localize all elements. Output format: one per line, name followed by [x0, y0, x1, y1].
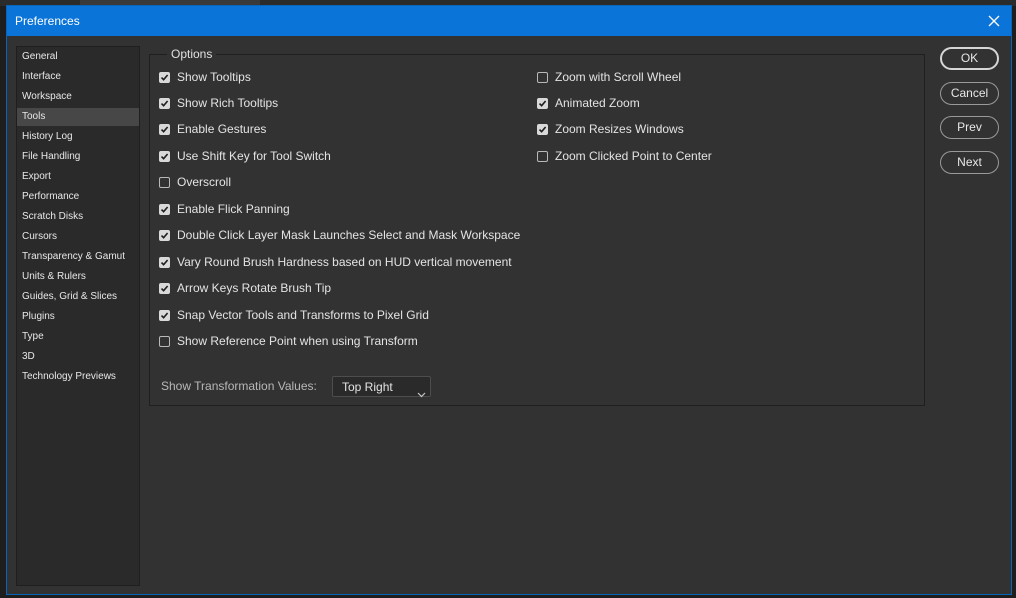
option-snap-vector-tools-and-transforms-to-pixel-grid[interactable]: Snap Vector Tools and Transforms to Pixe…	[159, 307, 429, 323]
sidebar-item-scratch-disks[interactable]: Scratch Disks	[17, 208, 139, 226]
option-animated-zoom[interactable]: Animated Zoom	[537, 95, 640, 111]
sidebar-item-export[interactable]: Export	[17, 168, 139, 186]
checkbox-checked[interactable]	[159, 97, 170, 109]
option-overscroll[interactable]: Overscroll	[159, 174, 231, 190]
option-double-click-layer-mask-launches-select-and-mask-workspace[interactable]: Double Click Layer Mask Launches Select …	[159, 227, 520, 243]
option-label: Enable Flick Panning	[177, 202, 290, 216]
sidebar-item-technology-previews[interactable]: Technology Previews	[17, 368, 139, 386]
option-label: Overscroll	[177, 175, 232, 189]
sidebar-item-tools[interactable]: Tools	[17, 108, 139, 126]
checkbox-unchecked[interactable]	[537, 71, 548, 83]
ok-button[interactable]: OK	[940, 47, 999, 70]
sidebar-item-interface[interactable]: Interface	[17, 68, 139, 86]
checkbox-checked[interactable]	[159, 282, 170, 294]
option-label: Zoom Clicked Point to Center	[555, 149, 712, 163]
sidebar-item-general[interactable]: General	[17, 48, 139, 66]
sidebar-item-file-handling[interactable]: File Handling	[17, 148, 139, 166]
option-vary-round-brush-hardness-based-on-hud-vertical-movement[interactable]: Vary Round Brush Hardness based on HUD v…	[159, 254, 512, 270]
option-show-rich-tooltips[interactable]: Show Rich Tooltips	[159, 95, 278, 111]
sidebar-item-performance[interactable]: Performance	[17, 188, 139, 206]
option-enable-flick-panning[interactable]: Enable Flick Panning	[159, 201, 290, 217]
checkbox-checked[interactable]	[159, 309, 170, 321]
sidebar-item-transparency-gamut[interactable]: Transparency & Gamut	[17, 248, 139, 266]
option-use-shift-key-for-tool-switch[interactable]: Use Shift Key for Tool Switch	[159, 148, 331, 164]
option-label: Snap Vector Tools and Transforms to Pixe…	[177, 308, 429, 322]
window-title: Preferences	[15, 14, 80, 28]
cancel-button[interactable]: Cancel	[940, 82, 999, 105]
checkbox-checked[interactable]	[159, 229, 170, 241]
checkbox-checked[interactable]	[159, 256, 170, 268]
sidebar-item-guides-grid-slices[interactable]: Guides, Grid & Slices	[17, 288, 139, 306]
option-label: Show Rich Tooltips	[177, 96, 279, 110]
option-show-reference-point-when-using-transform[interactable]: Show Reference Point when using Transfor…	[159, 333, 418, 349]
option-zoom-with-scroll-wheel[interactable]: Zoom with Scroll Wheel	[537, 69, 681, 85]
sidebar-item-plugins[interactable]: Plugins	[17, 308, 139, 326]
option-enable-gestures[interactable]: Enable Gestures	[159, 121, 266, 137]
checkbox-checked[interactable]	[159, 150, 170, 162]
transformation-values-label: Show Transformation Values:	[161, 379, 317, 393]
prev-button[interactable]: Prev	[940, 116, 999, 139]
option-label: Double Click Layer Mask Launches Select …	[177, 228, 521, 242]
option-label: Arrow Keys Rotate Brush Tip	[177, 281, 332, 295]
option-label: Use Shift Key for Tool Switch	[177, 149, 331, 163]
chevron-down-icon	[417, 383, 426, 402]
sidebar-item-cursors[interactable]: Cursors	[17, 228, 139, 246]
checkbox-unchecked[interactable]	[537, 150, 548, 162]
next-button[interactable]: Next	[940, 151, 999, 174]
option-zoom-resizes-windows[interactable]: Zoom Resizes Windows	[537, 121, 684, 137]
checkbox-unchecked[interactable]	[159, 176, 170, 188]
sidebar-item-workspace[interactable]: Workspace	[17, 88, 139, 106]
sidebar-item-history-log[interactable]: History Log	[17, 128, 139, 146]
option-zoom-clicked-point-to-center[interactable]: Zoom Clicked Point to Center	[537, 148, 712, 164]
option-arrow-keys-rotate-brush-tip[interactable]: Arrow Keys Rotate Brush Tip	[159, 280, 331, 296]
options-legend: Options	[167, 47, 217, 61]
option-label: Enable Gestures	[177, 122, 267, 136]
preferences-dialog: Preferences General Interface Workspace Too…	[6, 5, 1012, 595]
option-label: Show Tooltips	[177, 70, 251, 84]
checkbox-checked[interactable]	[537, 97, 548, 109]
option-show-tooltips[interactable]: Show Tooltips	[159, 69, 251, 85]
checkbox-checked[interactable]	[159, 203, 170, 215]
option-label: Show Reference Point when using Transfor…	[177, 334, 418, 348]
checkbox-checked[interactable]	[159, 123, 170, 135]
title-bar: Preferences	[7, 6, 1011, 36]
transformation-values-select[interactable]: Top Right	[332, 376, 431, 398]
sidebar-item-3d[interactable]: 3D	[17, 348, 139, 366]
option-label: Vary Round Brush Hardness based on HUD v…	[177, 255, 512, 269]
checkbox-checked[interactable]	[159, 71, 170, 83]
transformation-values-selected: Top Right	[342, 380, 393, 394]
option-label: Zoom with Scroll Wheel	[555, 70, 682, 84]
sidebar-item-type[interactable]: Type	[17, 328, 139, 346]
option-label: Zoom Resizes Windows	[555, 122, 684, 136]
option-label: Animated Zoom	[555, 96, 640, 110]
close-icon[interactable]	[983, 10, 1005, 32]
checkbox-unchecked[interactable]	[159, 335, 170, 347]
sidebar-item-units-rulers[interactable]: Units & Rulers	[17, 268, 139, 286]
checkbox-checked[interactable]	[537, 123, 548, 135]
preferences-sidebar: General Interface Workspace Tools History Lo…	[16, 46, 140, 586]
